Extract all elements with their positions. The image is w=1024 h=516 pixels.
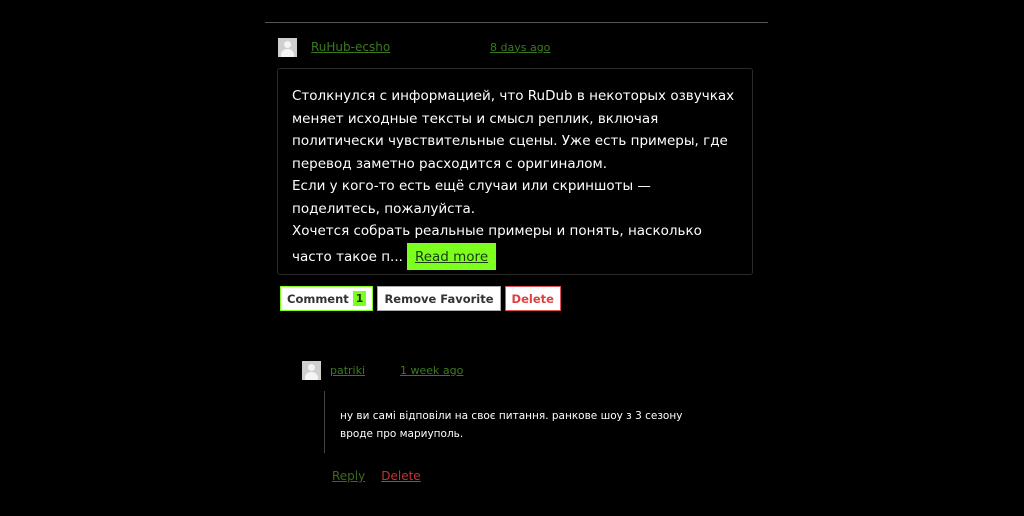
- post-paragraph-text: Хочется собрать реальные примеры и понят…: [292, 223, 702, 265]
- reply-actions: Reply Delete: [332, 469, 421, 483]
- read-more-button[interactable]: Read more: [406, 242, 497, 270]
- post-actions: Comment 1 Remove Favorite Delete: [280, 286, 561, 311]
- reply-time-link[interactable]: 1 week ago: [400, 364, 463, 377]
- page: RuHub-ecsho 8 days ago Столкнулся с инфо…: [0, 0, 1024, 516]
- avatar[interactable]: [302, 360, 321, 380]
- post-header: RuHub-ecsho 8 days ago: [278, 37, 550, 57]
- post-body: Столкнулся с информацией, что RuDub в не…: [277, 68, 753, 275]
- comment-button-label: Comment: [287, 291, 349, 306]
- post-paragraph: Если у кого-то есть ещё случаи или скрин…: [292, 178, 651, 217]
- reply-author-link[interactable]: patriki: [330, 364, 400, 377]
- reply-button[interactable]: Reply: [332, 469, 365, 483]
- delete-post-button[interactable]: Delete: [504, 286, 561, 311]
- post-paragraph: Хочется собрать реальные примеры и понят…: [292, 220, 738, 270]
- reply-body: ну ви самі відповіли на своє питання. ра…: [324, 391, 714, 453]
- reply-header: patriki 1 week ago: [302, 360, 463, 380]
- remove-favorite-button[interactable]: Remove Favorite: [377, 286, 501, 311]
- delete-reply-button[interactable]: Delete: [381, 469, 420, 483]
- post-time-link[interactable]: 8 days ago: [490, 41, 550, 54]
- post-paragraph: Столкнулся с информацией, что RuDub в не…: [292, 88, 735, 172]
- post-text: Столкнулся с информацией, что RuDub в не…: [292, 85, 738, 270]
- avatar[interactable]: [278, 37, 297, 57]
- comment-button[interactable]: Comment 1: [280, 286, 374, 311]
- post-author-link[interactable]: RuHub-ecsho: [311, 40, 490, 54]
- top-divider: [265, 22, 768, 23]
- comment-count-badge: 1: [352, 291, 367, 306]
